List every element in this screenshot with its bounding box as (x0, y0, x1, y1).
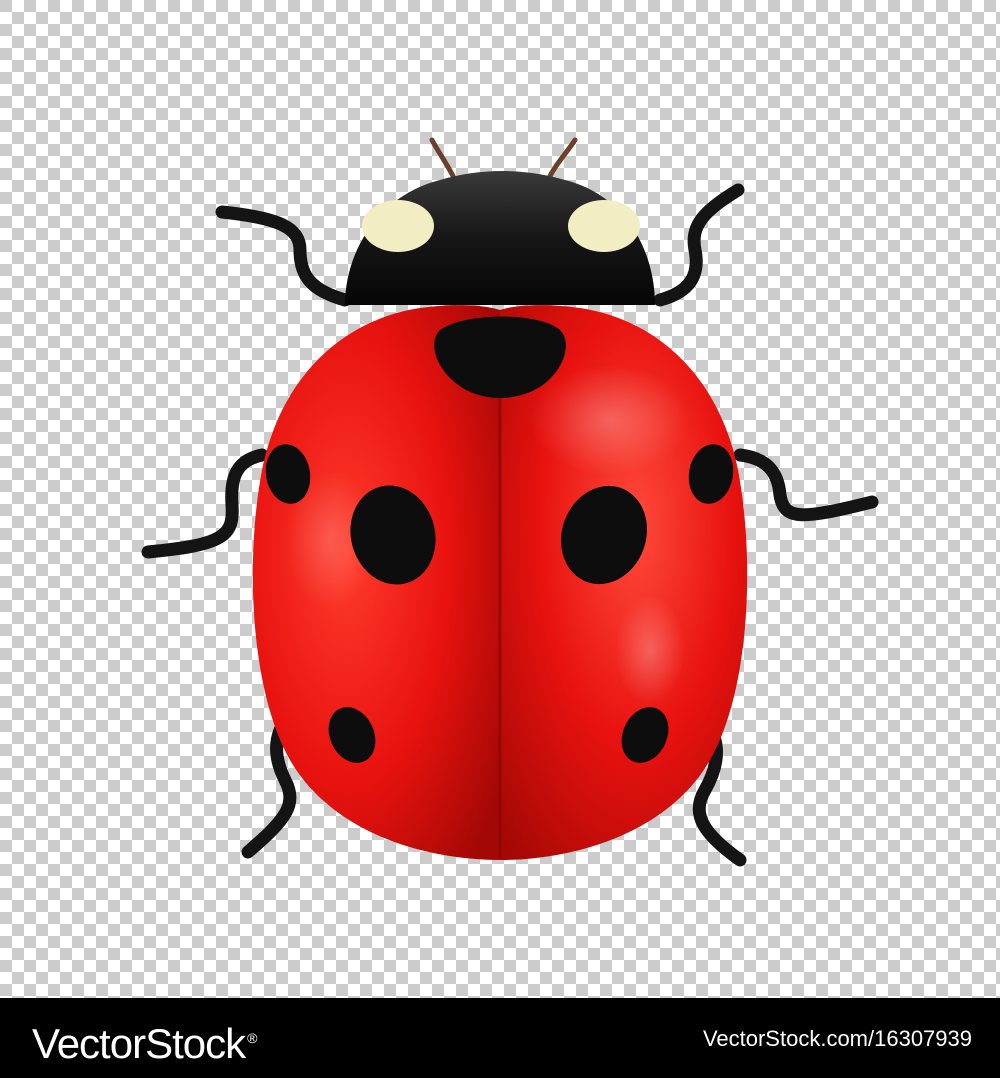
shell-highlight (530, 365, 690, 475)
registered-mark: ® (247, 1030, 257, 1046)
ladybug-illustration (0, 0, 1000, 998)
image-url: VectorStock.com/16307939 (702, 1026, 972, 1051)
eye-spot-left (362, 200, 434, 252)
shell-highlight-lower (615, 595, 685, 705)
eye-spot-right (568, 200, 640, 252)
brand-name: VectorStock (32, 1020, 246, 1067)
footer-bar: VectorStock ® VectorStock.com/16307939 (0, 998, 1000, 1078)
vectorstock-logo: VectorStock ® (32, 1010, 257, 1072)
